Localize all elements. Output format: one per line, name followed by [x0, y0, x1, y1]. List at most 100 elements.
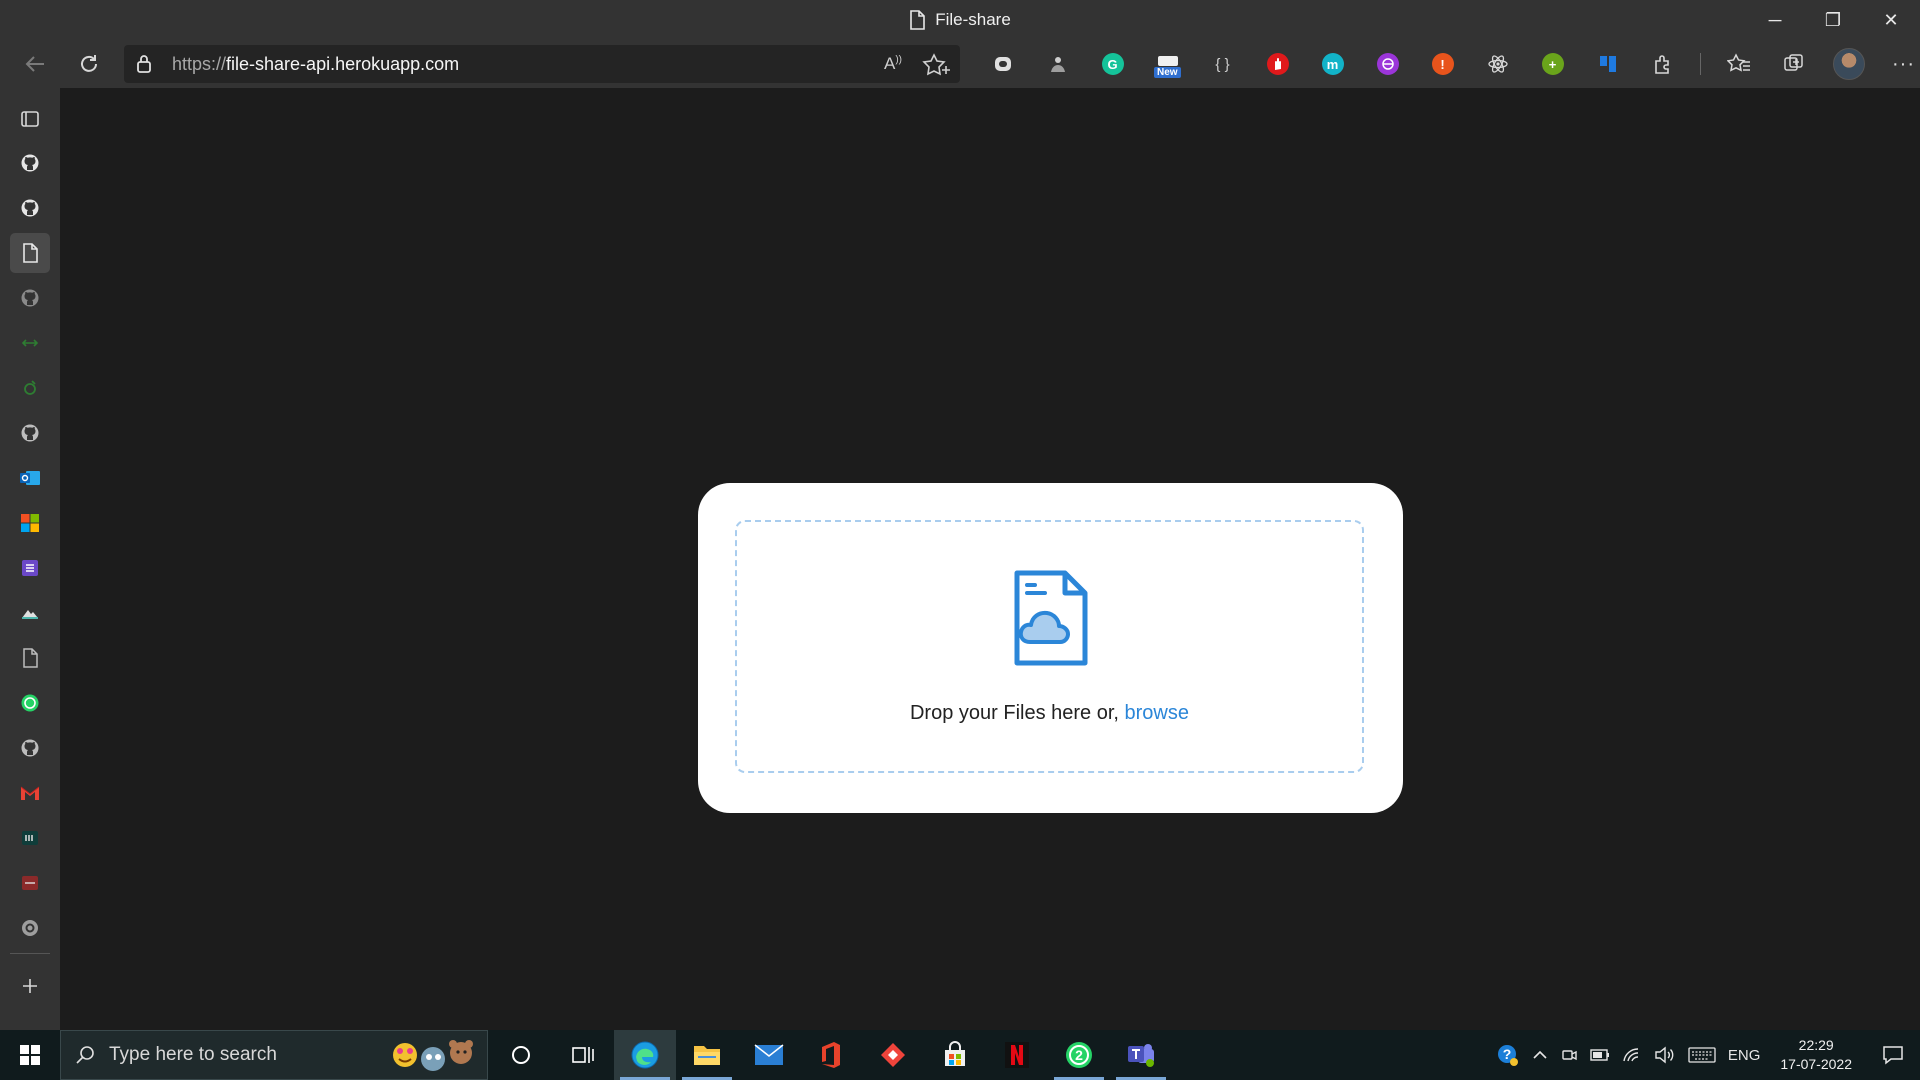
- notifications-button[interactable]: [1866, 1030, 1920, 1080]
- ext-1-icon[interactable]: [975, 40, 1030, 88]
- pdf-tab-icon[interactable]: [10, 863, 50, 903]
- github-tab-icon-2[interactable]: [10, 188, 50, 228]
- m-extension-icon[interactable]: m: [1305, 40, 1360, 88]
- microsoft-tab-icon[interactable]: [10, 503, 50, 543]
- back-button[interactable]: [12, 44, 58, 84]
- meet-now-icon[interactable]: [1554, 1030, 1584, 1080]
- taskbar-mail[interactable]: [738, 1030, 800, 1080]
- document-tab-icon[interactable]: [10, 638, 50, 678]
- wifi-icon[interactable]: [1616, 1030, 1648, 1080]
- collections-icon[interactable]: [1766, 40, 1821, 88]
- netflix-icon: [1005, 1042, 1029, 1068]
- close-button[interactable]: ✕: [1862, 0, 1920, 40]
- purple-extension-icon[interactable]: [1360, 40, 1415, 88]
- upload-card: Drop your Files here or, browse: [698, 483, 1403, 813]
- lock-icon[interactable]: [124, 54, 164, 74]
- extensions-puzzle-icon[interactable]: [1635, 40, 1690, 88]
- page-icon: [910, 10, 926, 30]
- extensions-bar: G New { } m ! + ···: [975, 40, 1920, 88]
- github-tab-icon-5[interactable]: [10, 728, 50, 768]
- edge-icon: [631, 1041, 659, 1069]
- taskbar-teams[interactable]: [1110, 1030, 1172, 1080]
- search-placeholder: Type here to search: [109, 1044, 277, 1065]
- system-tray: ? ENG 22:29 17-07-2022: [1490, 1030, 1920, 1080]
- task-view-button[interactable]: [552, 1030, 614, 1080]
- volume-icon[interactable]: [1648, 1030, 1682, 1080]
- taskbar-edge[interactable]: [614, 1030, 676, 1080]
- react-devtools-icon[interactable]: [1470, 40, 1525, 88]
- battery-icon[interactable]: [1584, 1030, 1616, 1080]
- favorites-icon[interactable]: [1711, 40, 1766, 88]
- taskbar-file-explorer[interactable]: [676, 1030, 738, 1080]
- language-indicator[interactable]: ENG: [1722, 1030, 1767, 1080]
- cortana-button[interactable]: [490, 1030, 552, 1080]
- refresh-icon: [81, 55, 97, 72]
- whatsapp-tab-icon[interactable]: [10, 683, 50, 723]
- start-button[interactable]: [0, 1030, 60, 1080]
- svg-text:2: 2: [1075, 1047, 1083, 1063]
- new-tab-button[interactable]: [10, 966, 50, 1006]
- help-icon[interactable]: ?: [1490, 1030, 1526, 1080]
- page-content: Drop your Files here or, browse: [60, 88, 1920, 1030]
- window-title: File-share: [909, 10, 1011, 30]
- address-actions: A)): [876, 45, 954, 83]
- taskbar-search[interactable]: Type here to search: [60, 1030, 488, 1080]
- add-favorite-icon[interactable]: [920, 52, 954, 76]
- clock[interactable]: 22:29 17-07-2022: [1766, 1036, 1866, 1074]
- github-tab-icon-3[interactable]: [10, 278, 50, 318]
- address-bar[interactable]: https://file-share-api.herokuapp.com A)): [124, 45, 960, 83]
- hand-extension-icon[interactable]: [1250, 40, 1305, 88]
- gmail-tab-icon[interactable]: [10, 773, 50, 813]
- touch-keyboard-icon[interactable]: [1682, 1030, 1722, 1080]
- avatar: [1832, 48, 1865, 80]
- task-view-icon: [572, 1047, 594, 1063]
- outlook-tab-icon[interactable]: [10, 458, 50, 498]
- profile-avatar[interactable]: [1821, 40, 1876, 88]
- google-tab-icon[interactable]: [10, 908, 50, 948]
- drop-zone[interactable]: Drop your Files here or, browse: [735, 520, 1364, 773]
- anydesk-icon: [881, 1043, 905, 1067]
- show-hidden-icons-chevron-icon[interactable]: [1526, 1030, 1554, 1080]
- new-extension-icon[interactable]: New: [1140, 40, 1195, 88]
- leaf-tab-icon[interactable]: [10, 368, 50, 408]
- vertical-tabs-sidebar: [0, 88, 60, 1030]
- browse-link[interactable]: browse: [1125, 702, 1189, 724]
- grammarly-icon[interactable]: G: [1085, 40, 1140, 88]
- taskbar-office[interactable]: [800, 1030, 862, 1080]
- taskbar-netflix[interactable]: [986, 1030, 1048, 1080]
- trello-extension-icon[interactable]: [1580, 40, 1635, 88]
- taskbar-store[interactable]: [924, 1030, 986, 1080]
- clock-time: 22:29: [1798, 1037, 1834, 1053]
- url-host: file-share-api.herokuapp.com: [226, 53, 460, 74]
- mail-icon: [754, 1044, 784, 1065]
- taskbar-anydesk[interactable]: [862, 1030, 924, 1080]
- plus-extension-icon[interactable]: +: [1525, 40, 1580, 88]
- windows-taskbar: Type here to search 2 ? ENG 22:29 17-07-…: [0, 1030, 1920, 1080]
- url-scheme: https://: [172, 53, 227, 74]
- restore-button[interactable]: ❐: [1804, 0, 1862, 40]
- forms-tab-icon[interactable]: [10, 548, 50, 588]
- tab-actions-icon[interactable]: [10, 99, 50, 139]
- json-extension-icon[interactable]: { }: [1195, 40, 1250, 88]
- browser-toolbar: https://file-share-api.herokuapp.com A))…: [0, 40, 1920, 88]
- windows-logo-icon: [20, 1045, 40, 1065]
- store-icon: [945, 1041, 965, 1066]
- file-share-tab-icon[interactable]: [10, 233, 50, 273]
- github-tab-icon-4[interactable]: [10, 413, 50, 453]
- green-tab-icon[interactable]: [10, 323, 50, 363]
- minimize-button[interactable]: ─: [1746, 0, 1804, 40]
- github-tab-icon[interactable]: [10, 143, 50, 183]
- taskbar-whatsapp[interactable]: 2: [1048, 1030, 1110, 1080]
- mountain-tab-icon[interactable]: [10, 593, 50, 633]
- whatsapp-icon: 2: [1066, 1042, 1092, 1068]
- toolbar-divider: [1700, 53, 1701, 75]
- settings-more-icon[interactable]: ···: [1876, 40, 1920, 88]
- refresh-button[interactable]: [66, 44, 112, 84]
- url-text[interactable]: https://file-share-api.herokuapp.com: [172, 54, 459, 75]
- alert-extension-icon[interactable]: !: [1415, 40, 1470, 88]
- read-aloud-icon[interactable]: A)): [876, 54, 910, 74]
- drop-instruction-text: Drop your Files here or,: [909, 702, 1125, 724]
- drop-instruction: Drop your Files here or, browse: [737, 702, 1362, 725]
- dark-tab-icon[interactable]: [10, 818, 50, 858]
- ext-2-icon[interactable]: [1030, 40, 1085, 88]
